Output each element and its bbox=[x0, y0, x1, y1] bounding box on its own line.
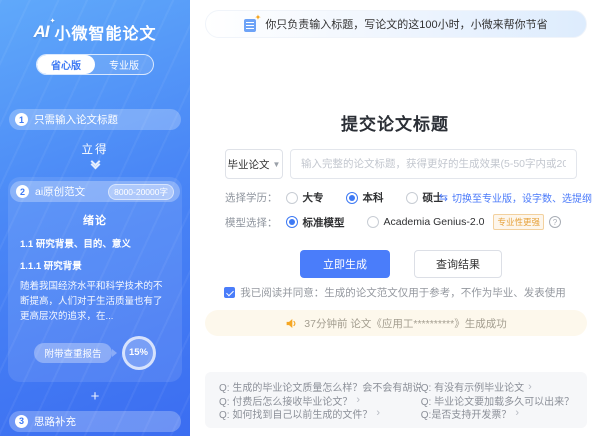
chevron-right-icon: › bbox=[515, 407, 519, 419]
paper-type-value: 毕业论文 bbox=[228, 157, 270, 172]
radio-standard-model[interactable]: 标准模型 bbox=[286, 215, 345, 230]
preview-subsection-line: 1.1.1 研究背景 bbox=[20, 258, 170, 272]
step2-number: 2 bbox=[16, 185, 29, 198]
model-label: 模型选择： bbox=[225, 215, 278, 230]
radio-icon[interactable] bbox=[286, 216, 298, 228]
step1-label: 只需输入论文标题 bbox=[34, 112, 118, 127]
swap-icon: ⇆ bbox=[439, 191, 448, 204]
edition-tabs: 省心版 专业版 bbox=[36, 54, 154, 75]
switch-link-text: 切换至专业版，设字数、选提纲 bbox=[452, 190, 592, 205]
radio-label: Academia Genius-2.0 bbox=[384, 216, 485, 228]
faq-question: Q: 付费后怎么接收毕业论文？ bbox=[219, 393, 352, 406]
radio-icon[interactable] bbox=[286, 192, 298, 204]
radio-icon[interactable] bbox=[406, 192, 418, 204]
promo-banner: ✦ 你只负责输入标题，写论文的这100小时，小微来帮你节省 bbox=[205, 10, 587, 38]
faq-link[interactable]: Q: 生成的毕业论文质量怎么样？会不会有胡说八道的情况 › bbox=[219, 380, 421, 393]
preview-chapter-title: 绪论 bbox=[8, 212, 182, 228]
radio-academia-genius[interactable]: Academia Genius-2.0 专业性更强 bbox=[367, 214, 545, 230]
radio-bachelor[interactable]: 本科 bbox=[346, 190, 384, 205]
switch-to-pro-link[interactable]: ⇆ 切换至专业版，设字数、选提纲 bbox=[439, 190, 592, 205]
degree-label: 选择学历： bbox=[225, 190, 278, 205]
faq-link[interactable]: Q: 如何找到自己以前生成的文件？ › bbox=[219, 407, 421, 420]
title-form-row: 毕业论文 ▼ bbox=[225, 149, 577, 179]
agreement-text: 我已阅读并同意：生成的论文范文仅用于参考，不作为毕业、发表使用 bbox=[240, 285, 566, 300]
notice-text: 37分钟前 论文《应用工**********》生成成功 bbox=[304, 316, 506, 331]
chevron-right-icon: › bbox=[528, 381, 532, 393]
plus-separator: + bbox=[0, 388, 190, 405]
radio-label: 标准模型 bbox=[303, 215, 345, 230]
step1-number: 1 bbox=[15, 113, 28, 126]
plagiarism-rate-circle: 15% bbox=[122, 336, 156, 370]
faq-link[interactable]: Q: 毕业论文要加载多久可以出来？ › bbox=[421, 393, 573, 406]
faq-link[interactable]: Q: 付费后怎么接收毕业论文？ › bbox=[219, 393, 421, 406]
model-row: 模型选择： 标准模型 Academia Genius-2.0 专业性更强 ? bbox=[225, 214, 561, 230]
chevron-right-icon: › bbox=[376, 407, 380, 419]
faq-question: Q:是否支持开发票？ bbox=[421, 407, 512, 420]
sample-preview-card: 2 ai原创范文 8000-20000字 绪论 1.1 研究背景、目的、意义 1… bbox=[8, 177, 182, 382]
action-buttons: 立即生成 查询结果 bbox=[300, 250, 502, 278]
faq-question: Q: 有没有示例毕业论文 bbox=[421, 380, 524, 393]
preview-paragraph: 随着我国经济水平和科学技术的不断提高，人们对于生活质量也有了更高层次的追求，在.… bbox=[20, 279, 170, 325]
step1-pill: 1 只需输入论文标题 bbox=[9, 109, 181, 130]
faq-question: Q: 生成的毕业论文质量怎么样？会不会有胡说八道的情况 bbox=[219, 380, 421, 393]
chevron-right-icon: › bbox=[356, 394, 360, 406]
faq-column-right: Q: 有没有示例毕业论文 › Q: 毕业论文要加载多久可以出来？ › Q:是否支… bbox=[421, 380, 573, 420]
faq-question: Q: 如何找到自己以前生成的文件？ bbox=[219, 407, 372, 420]
step3-number: 3 bbox=[15, 415, 28, 428]
radio-icon[interactable] bbox=[367, 216, 379, 228]
main-content: ✦ 你只负责输入标题，写论文的这100小时，小微来帮你节省 提交论文标题 毕业论… bbox=[190, 0, 600, 436]
logo-text: 小微智能论文 bbox=[54, 20, 156, 44]
step2-pill: 2 ai原创范文 8000-20000字 bbox=[10, 181, 180, 202]
radio-label: 大专 bbox=[303, 190, 324, 205]
sidebar: AI 小微智能论文 省心版 专业版 1 只需输入论文标题 立得 2 ai原创范文… bbox=[0, 0, 190, 436]
paper-title-input[interactable] bbox=[290, 149, 577, 179]
generate-button[interactable]: 立即生成 bbox=[300, 250, 390, 278]
report-badge: 附带查重报告 bbox=[34, 343, 111, 363]
app-window: AI 小微智能论文 省心版 专业版 1 只需输入论文标题 立得 2 ai原创范文… bbox=[0, 0, 600, 436]
instant-label: 立得 bbox=[0, 141, 190, 157]
agreement-row: 我已阅读并同意：生成的论文范文仅用于参考，不作为毕业、发表使用 bbox=[190, 285, 600, 300]
speaker-icon bbox=[285, 317, 298, 330]
radio-label: 本科 bbox=[363, 190, 384, 205]
step2-label: ai原创范文 bbox=[35, 184, 85, 199]
radio-icon[interactable] bbox=[346, 192, 358, 204]
faq-link[interactable]: Q: 有没有示例毕业论文 › bbox=[421, 380, 573, 393]
step3-label: 思路补充 bbox=[34, 414, 76, 429]
degree-row: 选择学历： 大专 本科 硕士 bbox=[225, 190, 466, 205]
paper-type-select[interactable]: 毕业论文 ▼ bbox=[225, 149, 283, 179]
notice-bar: 37分钟前 论文《应用工**********》生成成功 bbox=[205, 310, 587, 336]
caret-down-icon: ▼ bbox=[273, 160, 281, 169]
radio-associate[interactable]: 大专 bbox=[286, 190, 324, 205]
agreement-checkbox[interactable] bbox=[224, 287, 235, 298]
tab-worry-free-edition[interactable]: 省心版 bbox=[37, 55, 95, 74]
document-sparkle-icon: ✦ bbox=[244, 17, 258, 32]
faq-column-left: Q: 生成的毕业论文质量怎么样？会不会有胡说八道的情况 › Q: 付费后怎么接收… bbox=[219, 380, 421, 420]
preview-section-line: 1.1 研究背景、目的、意义 bbox=[20, 236, 170, 250]
faq-link[interactable]: Q:是否支持开发票？ › bbox=[421, 407, 573, 420]
tab-professional-edition[interactable]: 专业版 bbox=[95, 55, 153, 74]
step3-pill: 3 思路补充 bbox=[9, 411, 181, 432]
faq-question: Q: 毕业论文要加载多久可以出来？ bbox=[421, 393, 573, 406]
banner-text: 你只负责输入标题，写论文的这100小时，小微来帮你节省 bbox=[265, 16, 547, 32]
plagiarism-report-row: 附带查重报告 15% bbox=[8, 336, 182, 370]
help-icon[interactable]: ? bbox=[549, 216, 561, 228]
logo-icon: AI bbox=[33, 22, 48, 42]
pro-badge: 专业性更强 bbox=[493, 214, 544, 230]
word-count-badge: 8000-20000字 bbox=[108, 184, 174, 200]
faq-card: Q: 生成的毕业论文质量怎么样？会不会有胡说八道的情况 › Q: 付费后怎么接收… bbox=[205, 372, 587, 428]
logo: AI 小微智能论文 bbox=[0, 20, 190, 44]
chevron-down-icon bbox=[0, 162, 190, 168]
page-title: 提交论文标题 bbox=[190, 110, 600, 135]
query-result-button[interactable]: 查询结果 bbox=[414, 250, 502, 278]
